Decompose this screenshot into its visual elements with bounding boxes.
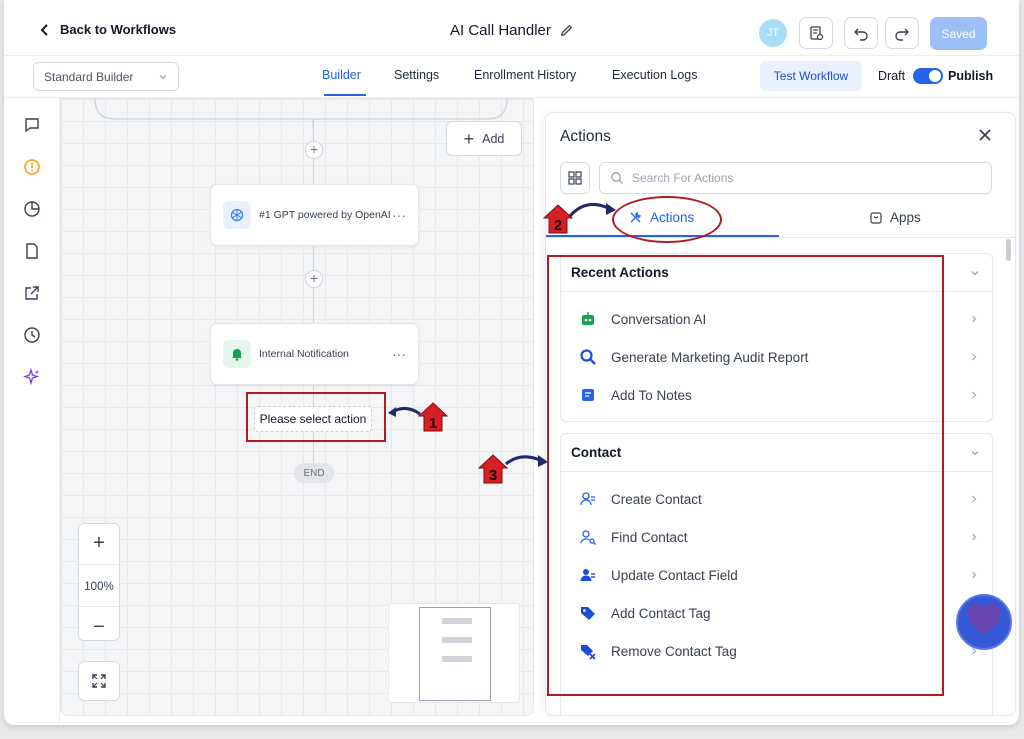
top-header: Back to Workflows AI Call Handler JT Sav… xyxy=(4,8,1019,56)
chevron-down-icon xyxy=(971,271,979,276)
scrollbar[interactable] xyxy=(1006,239,1011,261)
more-options-icon[interactable]: ··· xyxy=(392,207,406,223)
annotation-arrow-3 xyxy=(505,455,548,467)
annotation-box-placeholder xyxy=(246,392,386,442)
annotation-arrow-2 xyxy=(568,202,616,218)
add-step-plus[interactable]: + xyxy=(305,270,323,288)
minimap-block xyxy=(442,618,472,624)
fit-view-button[interactable] xyxy=(78,661,120,701)
openai-icon xyxy=(223,201,251,229)
annotation-badge-1: 1 xyxy=(418,402,448,432)
zoom-level: 100% xyxy=(84,581,114,593)
tab-execution-logs[interactable]: Execution Logs xyxy=(612,68,697,82)
document-clock-icon xyxy=(810,26,824,41)
test-workflow-button[interactable]: Test Workflow xyxy=(760,61,862,91)
plus-icon: + xyxy=(463,128,475,149)
add-step-plus[interactable]: + xyxy=(305,141,323,159)
add-button[interactable]: + Add xyxy=(446,121,522,156)
close-icon[interactable] xyxy=(976,126,994,144)
end-node: END xyxy=(294,463,334,483)
active-tab-indicator xyxy=(324,94,366,96)
node-gpt-openai[interactable]: #1 GPT powered by OpenAI ··· xyxy=(210,184,419,246)
svg-text:1: 1 xyxy=(429,415,437,432)
svg-text:3: 3 xyxy=(489,467,497,484)
chevron-left-icon xyxy=(40,23,48,36)
chevron-right-icon xyxy=(972,391,977,399)
tab-separator xyxy=(546,237,1015,238)
file-icon[interactable] xyxy=(23,242,41,260)
logs-button[interactable] xyxy=(799,17,833,49)
svg-text:2: 2 xyxy=(554,217,562,234)
undo-button[interactable] xyxy=(844,17,878,49)
node-label: #1 GPT powered by OpenAI xyxy=(259,209,391,221)
zoom-in-button[interactable]: + xyxy=(79,532,119,555)
external-link-icon[interactable] xyxy=(23,284,41,302)
watermark-logo xyxy=(956,594,1012,650)
history-icon[interactable] xyxy=(23,326,41,344)
category-grid-button[interactable] xyxy=(560,162,590,194)
redo-button[interactable] xyxy=(885,17,919,49)
tab-enrollment-history[interactable]: Enrollment History xyxy=(474,68,576,82)
minimap-block xyxy=(442,656,472,662)
undo-icon xyxy=(854,28,868,41)
chevron-right-icon xyxy=(972,571,977,579)
minimap[interactable] xyxy=(388,603,520,703)
minimap-viewport[interactable] xyxy=(419,607,491,701)
zoom-controls: + 100% − xyxy=(78,523,120,641)
draft-label: Draft xyxy=(878,69,906,83)
tab-settings[interactable]: Settings xyxy=(394,68,439,82)
workflow-title-text: AI Call Handler xyxy=(450,22,551,39)
panel-title: Actions xyxy=(560,128,611,145)
grid-icon xyxy=(568,171,582,185)
node-internal-notification[interactable]: Internal Notification ··· xyxy=(210,323,419,385)
search-box xyxy=(599,162,992,194)
pie-chart-icon[interactable] xyxy=(23,200,41,218)
expand-icon xyxy=(92,674,106,688)
add-label: Add xyxy=(482,131,505,146)
chevron-right-icon xyxy=(972,533,977,541)
workflow-title: AI Call Handler xyxy=(450,22,574,39)
publish-label: Publish xyxy=(948,69,994,83)
tab-apps[interactable]: Apps xyxy=(869,210,921,225)
search-icon xyxy=(611,172,623,184)
chevron-down-icon xyxy=(971,451,979,456)
left-rail xyxy=(4,98,60,725)
builder-select-value: Standard Builder xyxy=(44,70,134,84)
app-box-icon xyxy=(870,211,882,224)
saved-button[interactable]: Saved xyxy=(930,17,987,50)
tab-apps-label: Apps xyxy=(890,210,921,225)
alert-circle-icon[interactable] xyxy=(23,158,41,176)
app-window: Back to Workflows AI Call Handler JT Sav… xyxy=(4,0,1019,725)
chat-icon[interactable] xyxy=(23,116,41,134)
minimap-block xyxy=(442,637,472,643)
sparkles-icon[interactable] xyxy=(23,368,41,386)
avatar[interactable]: JT xyxy=(759,19,787,47)
chevron-down-icon xyxy=(159,75,167,80)
zoom-out-button[interactable]: − xyxy=(79,616,119,639)
annotation-box-actions-list xyxy=(547,255,944,696)
sub-navigation: Standard Builder Builder Settings Enroll… xyxy=(4,56,1019,98)
tab-builder[interactable]: Builder xyxy=(322,68,361,82)
search-input[interactable] xyxy=(632,171,972,185)
bell-icon xyxy=(223,340,251,368)
redo-icon xyxy=(895,28,909,41)
more-options-icon[interactable]: ··· xyxy=(392,346,406,362)
chevron-right-icon xyxy=(972,315,977,323)
chevron-right-icon xyxy=(972,495,977,503)
builder-select[interactable]: Standard Builder xyxy=(33,62,179,91)
annotation-ellipse-actions-tab xyxy=(612,196,722,243)
publish-toggle[interactable] xyxy=(913,68,943,84)
node-label: Internal Notification xyxy=(259,348,349,360)
back-to-workflows-link[interactable]: Back to Workflows xyxy=(38,22,176,37)
chevron-right-icon xyxy=(972,353,977,361)
back-label: Back to Workflows xyxy=(60,22,177,37)
pencil-icon[interactable] xyxy=(559,23,574,38)
annotation-arrow-1 xyxy=(388,407,421,417)
